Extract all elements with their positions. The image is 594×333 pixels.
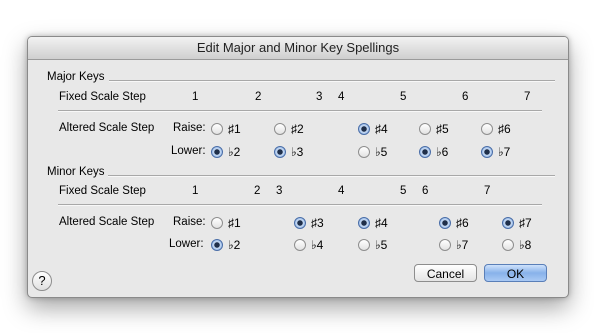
radio-label[interactable]: ♭7 [456, 238, 468, 252]
major-keys-heading: Major Keys [47, 71, 105, 83]
radio-button[interactable] [294, 239, 306, 251]
radio-label[interactable]: ♯4 [375, 216, 388, 230]
minor-lower-label: Lower: [169, 238, 204, 250]
radio-label[interactable]: ♯1 [228, 122, 241, 136]
radio-label[interactable]: ♭2 [228, 145, 240, 159]
major-fixed-step: 2 [255, 91, 262, 103]
radio-label[interactable]: ♭4 [311, 238, 323, 252]
radio-button[interactable] [419, 146, 431, 158]
major-altered-scale-step-label: Altered Scale Step [59, 122, 155, 134]
radio-label[interactable]: ♭3 [291, 145, 303, 159]
cancel-button[interactable]: Cancel [414, 264, 477, 282]
radio-button[interactable] [358, 217, 370, 229]
radio-button[interactable] [211, 239, 223, 251]
help-button[interactable]: ? [32, 271, 52, 291]
radio-label[interactable]: ♯4 [375, 122, 388, 136]
radio-button[interactable] [358, 123, 370, 135]
title-bar[interactable]: Edit Major and Minor Key Spellings [28, 37, 568, 60]
radio-button[interactable] [439, 239, 451, 251]
radio-button[interactable] [211, 217, 223, 229]
dialog-title: Edit Major and Minor Key Spellings [196, 40, 400, 55]
radio-label[interactable]: ♯1 [228, 216, 241, 230]
radio-label[interactable]: ♭2 [228, 238, 240, 252]
radio-button[interactable] [294, 217, 306, 229]
ok-button[interactable]: OK [484, 264, 547, 282]
minor-fixed-step: 5 [400, 185, 407, 197]
major-fixed-step: 3 [316, 91, 323, 103]
minor-fixed-step: 4 [338, 185, 345, 197]
radio-label[interactable]: ♭8 [519, 238, 531, 252]
major-fixed-step: 6 [462, 91, 469, 103]
radio-button[interactable] [274, 146, 286, 158]
minor-fixed-step: 2 [254, 185, 261, 197]
minor-fixed-step: 3 [276, 185, 283, 197]
radio-label[interactable]: ♭7 [498, 145, 510, 159]
major-lower-label: Lower: [171, 145, 206, 157]
major-raise-label: Raise: [173, 122, 206, 134]
radio-label[interactable]: ♯7 [519, 216, 532, 230]
radio-button[interactable] [274, 123, 286, 135]
minor-fixed-step: 7 [484, 185, 491, 197]
radio-button[interactable] [502, 217, 514, 229]
radio-button[interactable] [481, 123, 493, 135]
radio-button[interactable] [481, 146, 493, 158]
minor-raise-label: Raise: [173, 216, 206, 228]
radio-label[interactable]: ♯3 [311, 216, 324, 230]
edit-key-spellings-dialog: Edit Major and Minor Key Spellings Major… [27, 36, 569, 298]
minor-row-divider [58, 204, 542, 206]
radio-label[interactable]: ♯5 [436, 122, 449, 136]
radio-button[interactable] [211, 123, 223, 135]
minor-fixed-scale-step-label: Fixed Scale Step [59, 185, 146, 197]
radio-button[interactable] [358, 146, 370, 158]
major-fixed-step: 7 [524, 91, 531, 103]
radio-label[interactable]: ♯6 [456, 216, 469, 230]
radio-button[interactable] [358, 239, 370, 251]
radio-label[interactable]: ♯2 [291, 122, 304, 136]
minor-keys-divider [108, 175, 555, 177]
radio-label[interactable]: ♭6 [436, 145, 448, 159]
major-fixed-step: 4 [338, 91, 345, 103]
radio-label[interactable]: ♭5 [375, 145, 387, 159]
major-fixed-step: 1 [192, 91, 199, 103]
minor-fixed-step: 1 [192, 185, 199, 197]
radio-label[interactable]: ♭5 [375, 238, 387, 252]
minor-fixed-step: 6 [422, 185, 429, 197]
major-fixed-scale-step-label: Fixed Scale Step [59, 91, 146, 103]
radio-button[interactable] [502, 239, 514, 251]
radio-button[interactable] [439, 217, 451, 229]
major-row-divider [58, 110, 542, 112]
major-keys-divider [109, 80, 555, 82]
radio-label[interactable]: ♯6 [498, 122, 511, 136]
radio-button[interactable] [419, 123, 431, 135]
radio-button[interactable] [211, 146, 223, 158]
major-fixed-step: 5 [400, 91, 407, 103]
minor-keys-heading: Minor Keys [47, 166, 105, 178]
minor-altered-scale-step-label: Altered Scale Step [59, 216, 155, 228]
